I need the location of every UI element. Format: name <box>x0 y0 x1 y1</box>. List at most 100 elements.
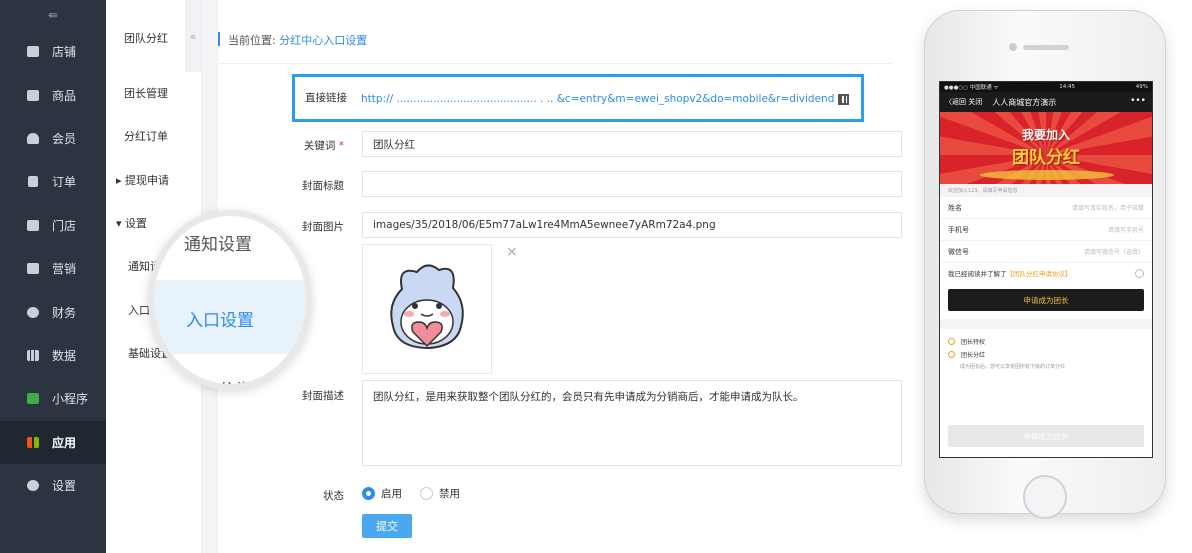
sidebar-item-label: 订单 <box>52 175 77 190</box>
phone-speaker <box>1023 45 1069 50</box>
radio-unchecked-icon <box>420 487 433 500</box>
subnav-item-withdraw[interactable]: ▸ 提现申请 <box>116 172 169 188</box>
gear-icon <box>26 479 40 493</box>
phone-divider <box>940 319 1152 329</box>
goods-icon <box>26 88 40 102</box>
cover-title-input[interactable] <box>362 171 902 197</box>
subnav-label: 设置 <box>125 217 148 230</box>
main-sidebar: ⇚ 店铺 商品 会员 订单 门店 营销 财务 数据 小程序 应用 设置 <box>0 0 106 553</box>
phone-back-button[interactable]: 〈返回 关闭 <box>945 97 982 107</box>
phone-agreement[interactable]: 我已经阅读并了解了【团队分红申请协议】 <box>940 263 1152 283</box>
cover-image-preview <box>362 244 492 374</box>
subnav-item-orders[interactable]: 分红订单 <box>124 128 168 144</box>
agreement-text: 我已经阅读并了解了【团队分红申请协议】 <box>948 268 1072 278</box>
miniprogram-icon <box>26 392 40 406</box>
sidebar-item-label: 店铺 <box>52 45 77 60</box>
sidebar-item-member[interactable]: 会员 <box>0 117 106 160</box>
subnav-item-settings[interactable]: ▾ 设置 <box>116 215 147 231</box>
breadcrumb-bar <box>218 32 220 46</box>
phone-bottom-button[interactable]: 申请成为团长 <box>948 425 1144 447</box>
banner-line2: 团队分红 <box>1012 148 1080 168</box>
phone-nav-bar: 〈返回 关闭 人人商城官方演示 ••• <box>940 92 1152 112</box>
subnav-label: 提现申请 <box>125 174 170 187</box>
cover-image-path[interactable]: images/35/2018/06/E5m77aLw1re4MmA5ewnee7… <box>362 212 902 238</box>
status-disable-radio[interactable]: 禁用 <box>420 486 460 501</box>
dividend-icon <box>948 351 955 358</box>
sidebar-item-order[interactable]: 订单 <box>0 160 106 203</box>
breadcrumb-current[interactable]: 分红中心入口设置 <box>279 34 367 47</box>
agreement-checkbox[interactable] <box>1135 268 1144 278</box>
sidebar-item-label: 营销 <box>52 262 77 277</box>
sidebar-item-goods[interactable]: 商品 <box>0 73 106 116</box>
direct-link-label: 直接链接 <box>305 92 347 104</box>
gold-coins-decoration <box>980 170 1114 180</box>
bar-chart-icon <box>26 348 40 362</box>
entry-settings-form: 直接链接 http:// ...........................… <box>218 64 902 553</box>
subnav-item-leaders[interactable]: 团长管理 <box>124 85 168 101</box>
status-enable-radio[interactable]: 启用 <box>362 486 402 501</box>
phone-mockup: ●●●○○ 中国联通 ᯤ 14:45 49% 〈返回 关闭 人人商城官方演示 •… <box>924 10 1166 519</box>
caret-right-icon: ▸ <box>116 174 126 187</box>
keyword-label-text: 关键词 <box>303 140 336 152</box>
remove-image-button[interactable]: × <box>506 244 518 260</box>
magnifier-text-top: 通知设置 <box>184 235 252 255</box>
field-label: 微信号 <box>948 247 969 256</box>
sidebar-toggle-icon[interactable]: ⇚ <box>0 0 106 30</box>
sidebar-item-data[interactable]: 数据 <box>0 334 106 377</box>
banner-line1: 我要加入 <box>1021 128 1070 142</box>
direct-link-url[interactable]: http:// ................................… <box>361 93 834 105</box>
magnifier-overlay: 通知设置 入口设置 分红分类 <box>148 210 312 390</box>
field-label: 手机号 <box>948 225 969 234</box>
phone-field-name[interactable]: 姓名 请填写真实姓名，用于结算 <box>940 197 1152 219</box>
required-mark: * <box>338 140 344 152</box>
submit-button[interactable]: 提交 <box>362 514 412 538</box>
sidebar-item-marketing[interactable]: 营销 <box>0 247 106 290</box>
cover-title-label: 封面标题 <box>302 180 344 192</box>
cover-desc-label: 封面描述 <box>302 390 344 402</box>
sidebar-item-label: 商品 <box>52 88 77 103</box>
phone-apply-button[interactable]: 申请成为团长 <box>948 289 1144 311</box>
phone-field-wechat[interactable]: 微信号 请填写微信号（选填） <box>940 241 1152 263</box>
status-enable-label: 启用 <box>381 488 402 500</box>
keyword-input[interactable]: 团队分红 <box>362 131 902 157</box>
magnifier-text-active: 入口设置 <box>186 311 254 331</box>
sidebar-item-shop[interactable]: 店铺 <box>0 30 106 73</box>
agreement-link[interactable]: 【团队分红申请协议】 <box>1007 270 1072 278</box>
carrier-text: ●●●○○ 中国联通 ᯤ <box>944 85 999 91</box>
sidebar-item-miniprogram[interactable]: 小程序 <box>0 377 106 420</box>
sidebar-item-label: 数据 <box>52 348 77 363</box>
phone-field-mobile[interactable]: 手机号 请填写手机号 <box>940 219 1152 241</box>
sidebar-item-store[interactable]: 门店 <box>0 204 106 247</box>
collapse-button[interactable]: « <box>185 0 201 72</box>
phone-status-bar: ●●●○○ 中国联通 ᯤ 14:45 49% <box>940 82 1152 92</box>
status-label: 状态 <box>323 490 344 502</box>
field-placeholder: 请填写微信号（选填） <box>1083 249 1144 256</box>
field-label: 姓名 <box>948 203 962 212</box>
more-icon[interactable]: ••• <box>1130 96 1146 106</box>
user-icon <box>26 131 40 145</box>
status-time: 14:45 <box>1059 84 1076 90</box>
cover-image-label: 封面图片 <box>302 221 344 233</box>
sidebar-item-finance[interactable]: 财务 <box>0 290 106 333</box>
sidebar-item-apps[interactable]: 应用 <box>0 420 106 464</box>
cover-desc-textarea[interactable]: 团队分红，是用来获取整个团队分红的，会员只有先申请成为分销商后，才能申请成为队长… <box>362 380 902 466</box>
qrcode-icon[interactable] <box>838 94 849 105</box>
money-bag-icon <box>26 305 40 319</box>
privilege-title-row: 团长特权 <box>948 337 1144 346</box>
caret-down-icon: ▾ <box>116 217 126 230</box>
location-icon <box>948 338 955 345</box>
phone-banner: 我要加入 团队分红 <box>940 112 1152 184</box>
sidebar-item-label: 小程序 <box>52 392 89 407</box>
phone-hint: 欢迎加入123，请填写申请信息 <box>940 184 1152 197</box>
privilege-item-row: 团长分红 <box>948 350 1144 359</box>
sidebar-item-label: 门店 <box>52 218 77 233</box>
sidebar-item-settings[interactable]: 设置 <box>0 464 106 507</box>
keyword-label: 关键词 * <box>304 138 344 153</box>
mascot-image <box>390 264 464 350</box>
home-button[interactable] <box>1023 475 1067 519</box>
field-placeholder: 请填写手机号 <box>1107 227 1144 234</box>
breadcrumb: 当前位置: 分红中心入口设置 <box>218 0 892 64</box>
agreement-prefix: 我已经阅读并了解了 <box>948 270 1007 278</box>
breadcrumb-text: 当前位置: 分红中心入口设置 <box>228 32 367 48</box>
phone-title: 人人商城官方演示 <box>992 97 1057 107</box>
